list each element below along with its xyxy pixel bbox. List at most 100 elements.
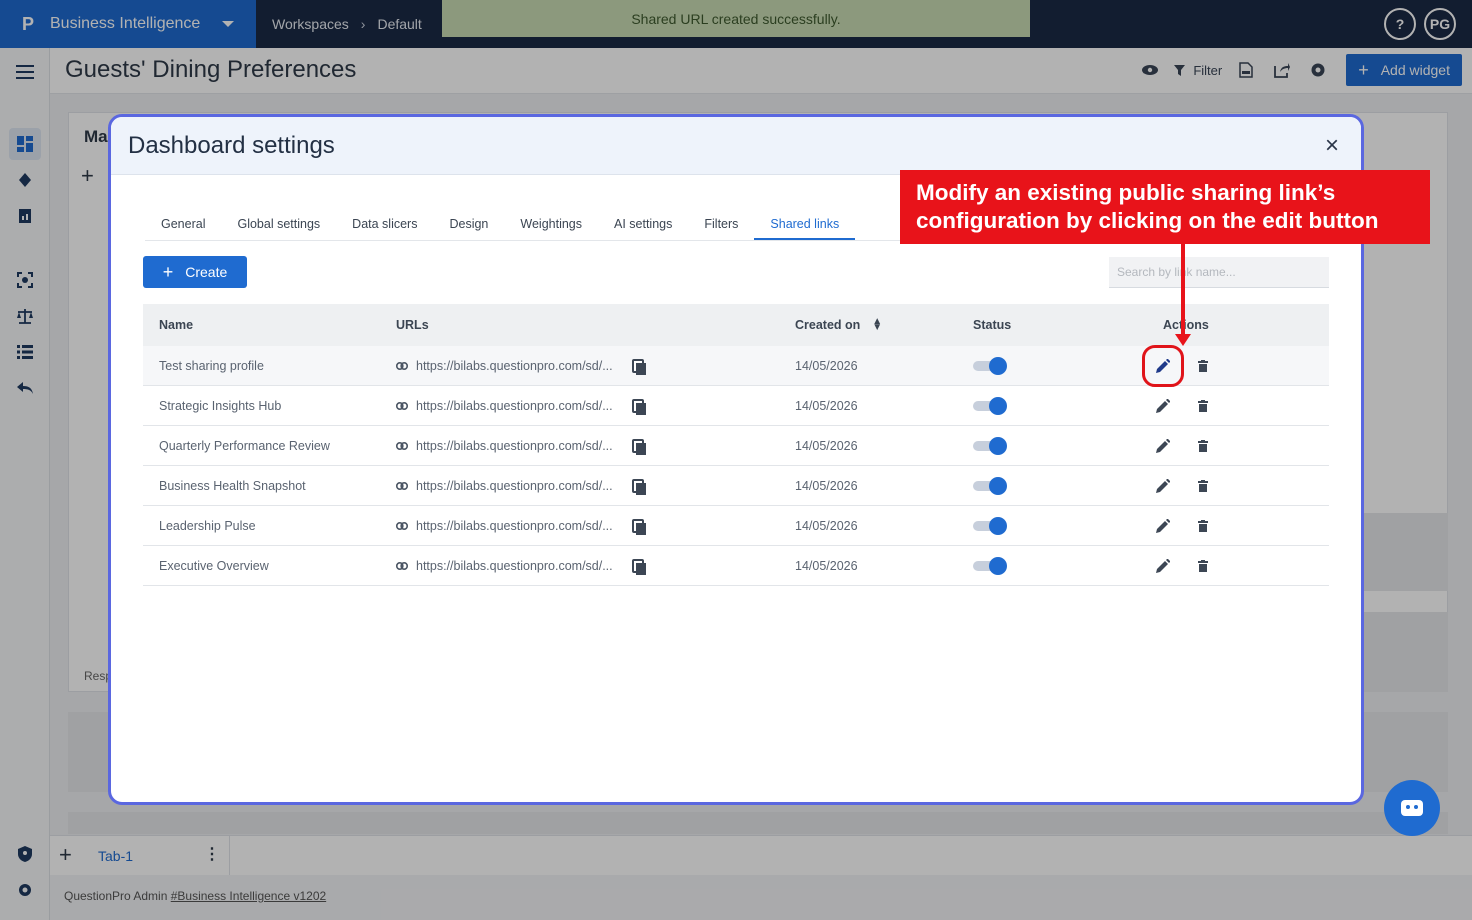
delete-icon[interactable] — [1193, 476, 1213, 496]
copy-icon[interactable] — [632, 358, 646, 375]
row-status — [973, 356, 1151, 375]
tab-shared-links[interactable]: Shared links — [754, 207, 856, 240]
table-row: Strategic Insights Hub https://bilabs.qu… — [143, 386, 1329, 426]
row-status — [973, 436, 1151, 455]
copy-icon[interactable] — [632, 438, 646, 455]
row-actions — [1151, 436, 1329, 456]
row-url-cell: https://bilabs.questionpro.com/sd/... — [380, 358, 795, 375]
row-url[interactable]: https://bilabs.questionpro.com/sd/... — [416, 359, 616, 373]
row-url[interactable]: https://bilabs.questionpro.com/sd/... — [416, 399, 616, 413]
edit-icon[interactable] — [1153, 516, 1173, 536]
row-actions — [1151, 516, 1329, 536]
col-actions: Actions — [1163, 318, 1209, 332]
row-status — [973, 556, 1151, 575]
table-row: Executive Overview https://bilabs.questi… — [143, 546, 1329, 586]
row-actions — [1151, 556, 1329, 576]
row-url[interactable]: https://bilabs.questionpro.com/sd/... — [416, 559, 616, 573]
row-status — [973, 516, 1151, 535]
row-created: 14/05/2026 — [795, 358, 858, 373]
delete-icon[interactable] — [1193, 516, 1213, 536]
shared-links-table: Name URLs Created on ▲ ▼ Status Actions T… — [143, 304, 1329, 586]
delete-icon[interactable] — [1193, 436, 1213, 456]
link-icon — [396, 401, 408, 410]
table-row: Business Health Snapshot https://bilabs.… — [143, 466, 1329, 506]
row-created: 14/05/2026 — [795, 398, 858, 413]
row-status — [973, 476, 1151, 495]
callout-arrowhead — [1175, 334, 1191, 346]
tab-ai-settings[interactable]: AI settings — [598, 207, 688, 240]
row-status — [973, 396, 1151, 415]
link-icon — [396, 481, 408, 490]
sort-icon[interactable]: ▲ ▼ — [872, 317, 882, 333]
toggle-knob — [989, 516, 1007, 535]
modal-title: Dashboard settings — [128, 132, 335, 159]
ai-assistant-button[interactable] — [1384, 780, 1440, 836]
tab-design[interactable]: Design — [433, 207, 504, 240]
row-name: Business Health Snapshot — [159, 478, 306, 493]
toggle-knob — [989, 396, 1007, 415]
row-url-cell: https://bilabs.questionpro.com/sd/... — [380, 518, 795, 535]
table-header: Name URLs Created on ▲ ▼ Status Actions — [143, 304, 1329, 346]
row-name: Test sharing profile — [159, 358, 264, 373]
row-url-cell: https://bilabs.questionpro.com/sd/... — [380, 398, 795, 415]
bot-icon — [1401, 800, 1423, 816]
status-toggle[interactable] — [973, 436, 1007, 455]
row-created: 14/05/2026 — [795, 478, 858, 493]
edit-icon[interactable] — [1153, 436, 1173, 456]
row-created: 14/05/2026 — [795, 558, 858, 573]
row-created: 14/05/2026 — [795, 518, 858, 533]
link-icon — [396, 561, 408, 570]
status-toggle[interactable] — [973, 556, 1007, 575]
copy-icon[interactable] — [632, 478, 646, 495]
link-icon — [396, 521, 408, 530]
row-name: Leadership Pulse — [159, 518, 256, 533]
status-toggle[interactable] — [973, 356, 1007, 375]
close-icon[interactable]: × — [1325, 131, 1339, 161]
row-url[interactable]: https://bilabs.questionpro.com/sd/... — [416, 519, 616, 533]
row-url-cell: https://bilabs.questionpro.com/sd/... — [380, 478, 795, 495]
delete-icon[interactable] — [1193, 396, 1213, 416]
col-created-on[interactable]: Created on ▲ ▼ — [795, 317, 973, 333]
tab-weightings[interactable]: Weightings — [504, 207, 598, 240]
settings-tabs: General Global settings Data slicers Des… — [145, 207, 925, 241]
status-toggle[interactable] — [973, 476, 1007, 495]
table-row: Leadership Pulse https://bilabs.question… — [143, 506, 1329, 546]
col-urls: URLs — [380, 318, 795, 332]
row-name: Quarterly Performance Review — [159, 438, 330, 453]
delete-icon[interactable] — [1193, 556, 1213, 576]
tab-general[interactable]: General — [145, 207, 221, 240]
col-status: Status — [973, 318, 1012, 332]
col-created-label: Created on — [795, 318, 861, 332]
edit-icon[interactable] — [1153, 556, 1173, 576]
row-created: 14/05/2026 — [795, 438, 858, 453]
row-name: Strategic Insights Hub — [159, 398, 282, 413]
tab-filters[interactable]: Filters — [688, 207, 754, 240]
edit-icon[interactable] — [1153, 476, 1173, 496]
row-url-cell: https://bilabs.questionpro.com/sd/... — [380, 438, 795, 455]
row-url[interactable]: https://bilabs.questionpro.com/sd/... — [416, 479, 616, 493]
edit-icon[interactable] — [1153, 396, 1173, 416]
delete-icon[interactable] — [1193, 356, 1213, 376]
copy-icon[interactable] — [632, 558, 646, 575]
copy-icon[interactable] — [632, 518, 646, 535]
row-actions — [1151, 396, 1329, 416]
status-toggle[interactable] — [973, 516, 1007, 535]
status-toggle[interactable] — [973, 396, 1007, 415]
toggle-knob — [989, 476, 1007, 495]
toggle-knob — [989, 436, 1007, 455]
copy-icon[interactable] — [632, 398, 646, 415]
create-link-button[interactable]: + Create — [143, 256, 247, 288]
create-label: Create — [185, 264, 228, 280]
row-name: Executive Overview — [159, 558, 269, 573]
row-actions — [1151, 476, 1329, 496]
table-row: Quarterly Performance Review https://bil… — [143, 426, 1329, 466]
link-search-input[interactable] — [1109, 257, 1329, 288]
row-actions — [1142, 344, 1329, 387]
table-row: Test sharing profile https://bilabs.ques… — [143, 344, 1329, 387]
tab-global-settings[interactable]: Global settings — [221, 207, 336, 240]
row-url[interactable]: https://bilabs.questionpro.com/sd/... — [416, 439, 616, 453]
edit-icon[interactable] — [1142, 344, 1184, 387]
toggle-knob — [989, 556, 1007, 575]
tab-data-slicers[interactable]: Data slicers — [336, 207, 433, 240]
callout-arrow — [1181, 244, 1185, 338]
